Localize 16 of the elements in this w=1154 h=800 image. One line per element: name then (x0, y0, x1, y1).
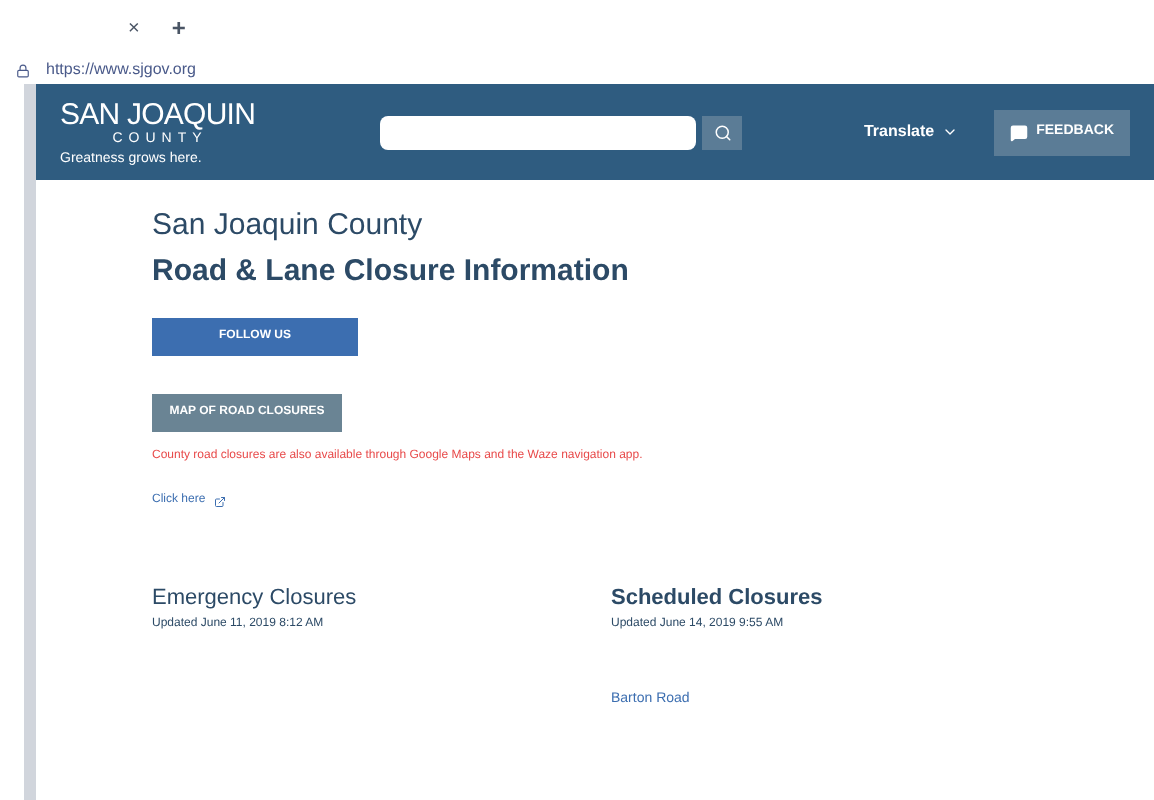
search-button[interactable] (702, 115, 742, 149)
lock-icon (16, 63, 30, 77)
search-field[interactable] (380, 115, 696, 149)
chevron-down-icon (942, 124, 959, 140)
new-tab-button[interactable]: + (171, 10, 186, 46)
close-tab-button[interactable]: × (128, 13, 140, 43)
page-title: Road & Lane Closure Information (152, 251, 631, 291)
address-bar[interactable]: https://www.sjgov.org (46, 58, 196, 82)
search-icon (713, 123, 731, 141)
page-kicker: San Joaquin County (152, 206, 425, 246)
section-title: Emergency Closures (152, 584, 359, 614)
section-title: Scheduled Closures (611, 584, 825, 614)
translate-button[interactable]: Translate (863, 120, 959, 144)
speech-bubble-icon (1010, 123, 1029, 141)
logo-text: SAN JOAQUIN (60, 99, 258, 129)
external-link-icon (213, 495, 226, 507)
